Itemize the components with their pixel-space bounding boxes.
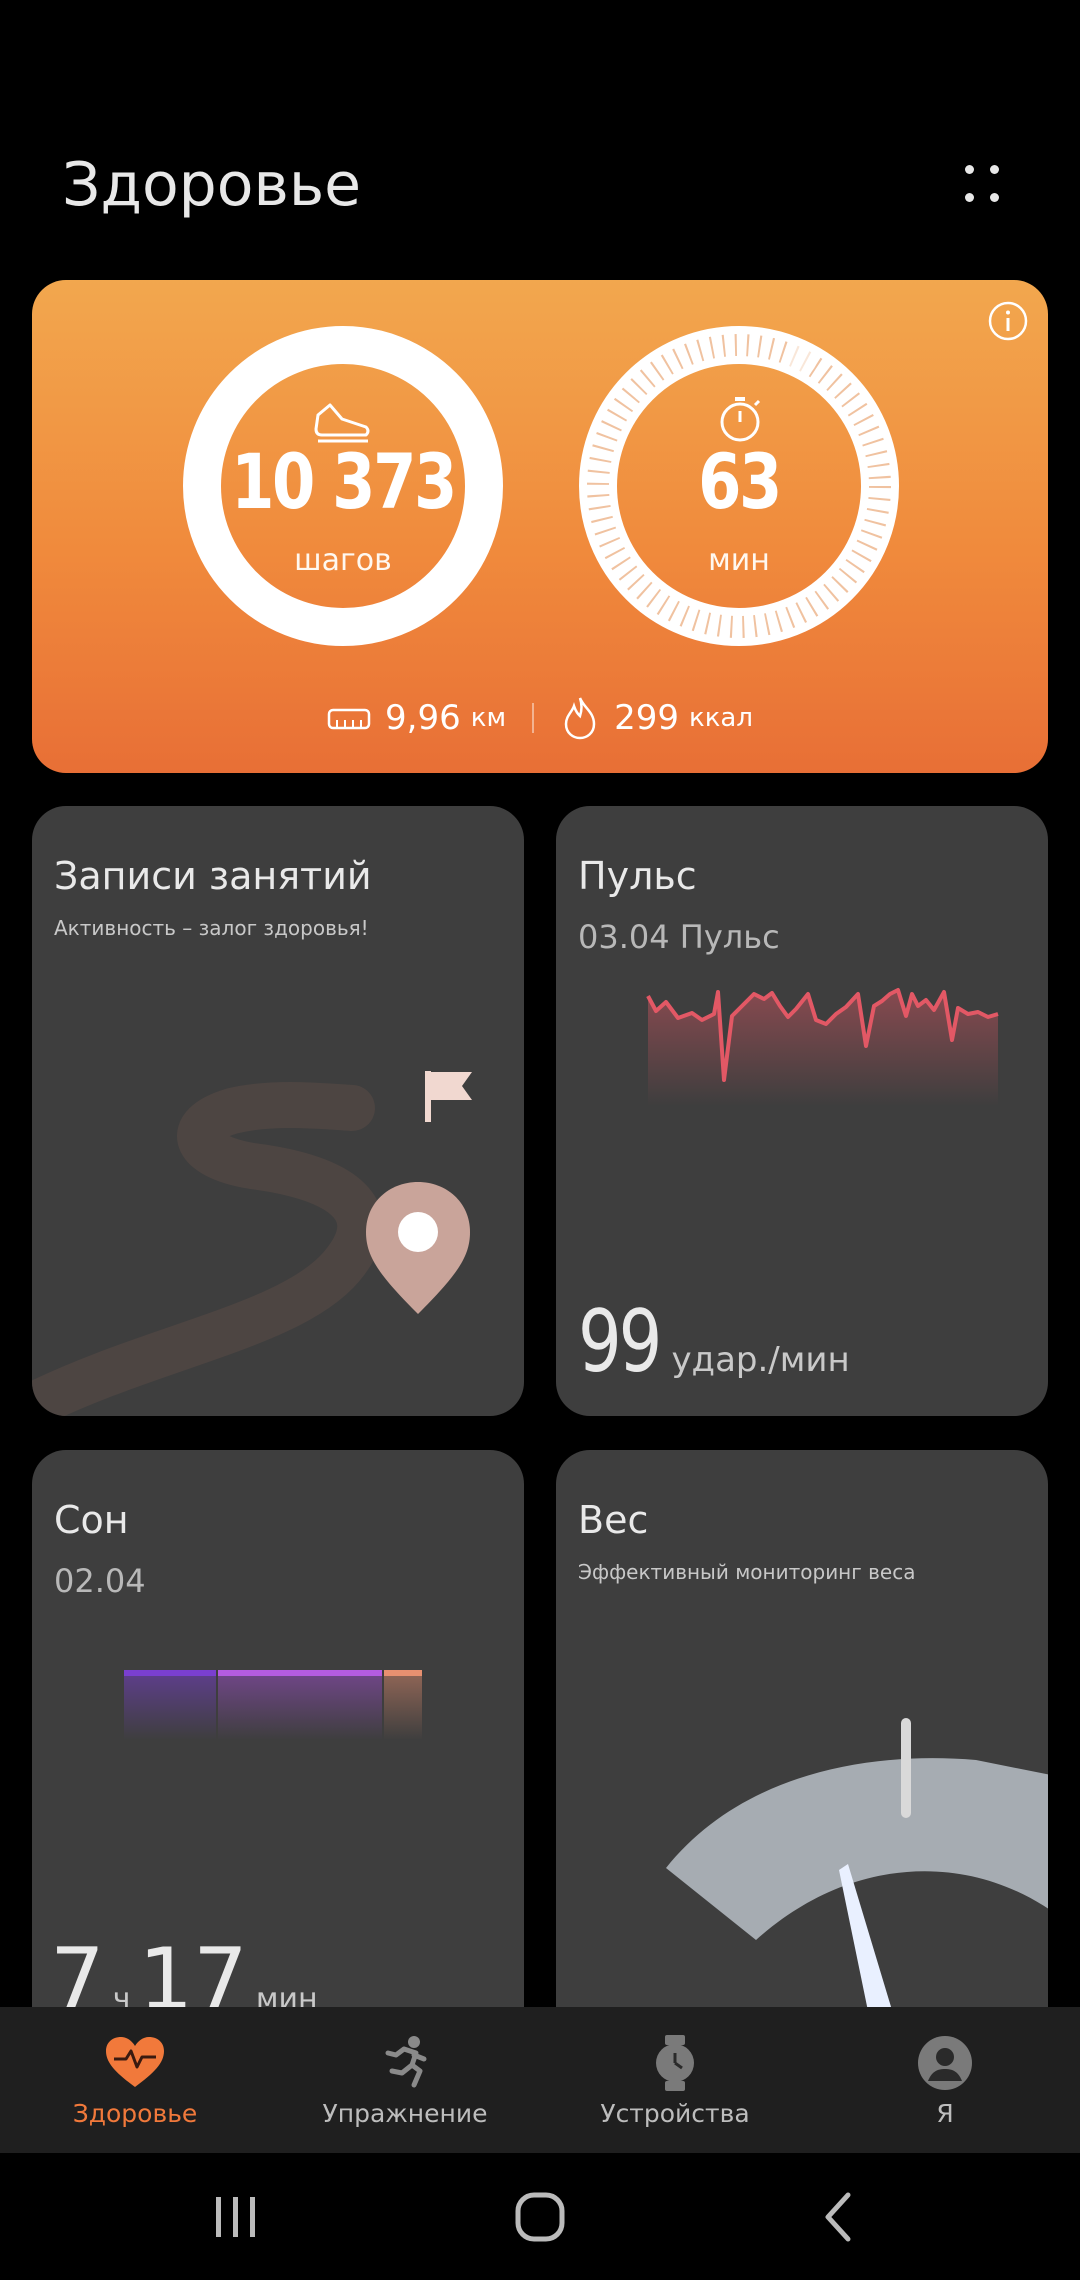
- bottom-navigation: Здоровье Упражнение Устройства Я: [0, 2007, 1080, 2153]
- minutes-unit: мин: [708, 543, 770, 578]
- calories-unit: ккал: [688, 703, 753, 733]
- heart-rate-reading: 99 удар./мин: [578, 1292, 850, 1392]
- page-title: Здоровье: [62, 150, 362, 220]
- heart-rate-card[interactable]: Пульс 03.04 Пульс 99 удар./мин: [556, 806, 1048, 1416]
- back-icon[interactable]: [810, 2187, 870, 2247]
- nav-label-devices: Устройства: [600, 2099, 750, 2128]
- nav-tab-exercise[interactable]: Упражнение: [270, 2007, 540, 2153]
- nav-label-me: Я: [936, 2099, 954, 2128]
- nav-label-health: Здоровье: [72, 2099, 198, 2128]
- weight-gauge-illustration: [666, 1718, 1048, 2050]
- more-dots-icon: [965, 193, 974, 202]
- more-options-button[interactable]: [950, 155, 1010, 215]
- weight-card[interactable]: Вес Эффективный мониторинг веса: [556, 1450, 1048, 2050]
- recent-apps-icon[interactable]: [206, 2187, 266, 2247]
- stopwatch-icon: [720, 397, 761, 442]
- distance-unit: км: [470, 703, 507, 733]
- distance-stat: 9,96 км: [327, 698, 506, 738]
- sleep-card[interactable]: Сон 02.04 7 ч 17 мин: [32, 1450, 524, 2050]
- calories-value: 299: [614, 698, 679, 738]
- route-illustration: [32, 1071, 472, 1416]
- steps-unit: шагов: [294, 543, 392, 578]
- more-dots-icon: [990, 193, 999, 202]
- running-icon: [385, 2036, 427, 2088]
- more-dots-icon: [990, 165, 999, 174]
- summary-stats-row: 9,96 км 299 ккал: [32, 692, 1048, 744]
- steps-value: 10 373: [231, 437, 457, 526]
- stats-divider: [532, 703, 535, 733]
- system-navigation-bar: [0, 2153, 1080, 2280]
- watch-icon: [656, 2035, 694, 2091]
- flame-icon: [564, 697, 596, 740]
- minutes-value: 63: [698, 437, 782, 526]
- nav-tab-health[interactable]: Здоровье: [0, 2007, 270, 2153]
- distance-value: 9,96: [385, 698, 461, 738]
- nav-label-exercise: Упражнение: [322, 2099, 488, 2128]
- ruler-icon: [327, 708, 371, 730]
- calories-stat: 299 ккал: [560, 696, 753, 740]
- heart-rate-value: 99: [578, 1292, 662, 1392]
- nav-tab-devices[interactable]: Устройства: [540, 2007, 810, 2153]
- heart-pulse-icon: [106, 2037, 164, 2087]
- steps-ring[interactable]: 10 373 шагов: [182, 325, 504, 647]
- active-minutes-ring[interactable]: 63 мин: [578, 325, 900, 647]
- profile-icon: [918, 2036, 972, 2090]
- activity-summary-card[interactable]: 10 373 шагов 63 мин 9,96 км 299 ккал: [32, 280, 1048, 773]
- workout-records-card[interactable]: Записи занятий Активность – залог здоров…: [32, 806, 524, 1416]
- more-dots-icon: [965, 165, 974, 174]
- nav-tab-me[interactable]: Я: [810, 2007, 1080, 2153]
- info-icon[interactable]: [987, 300, 1029, 342]
- home-icon[interactable]: [510, 2187, 570, 2247]
- heart-rate-unit: удар./мин: [671, 1340, 850, 1380]
